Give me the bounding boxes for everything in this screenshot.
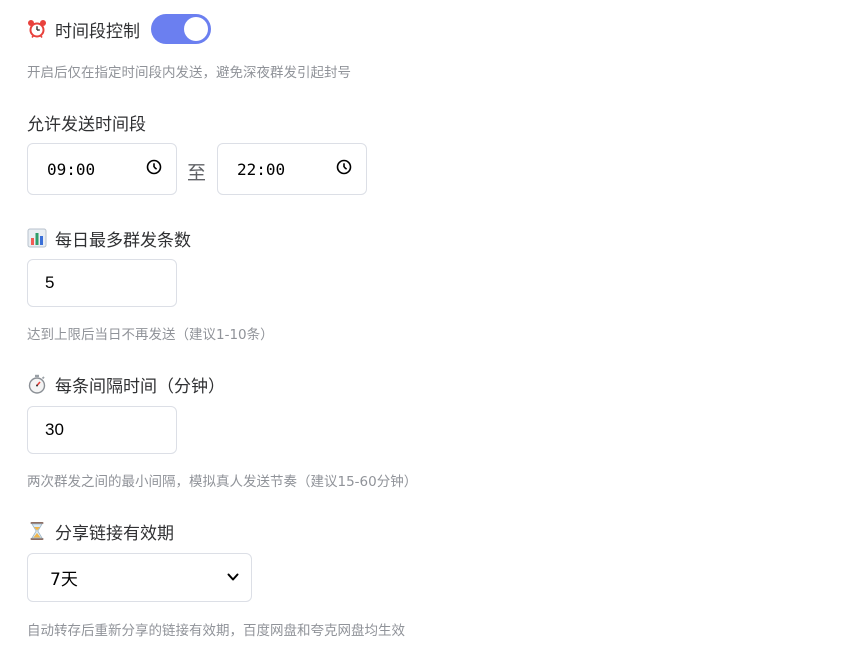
link-validity-label: 分享链接有效期 xyxy=(27,517,174,545)
daily-limit-title: 每日最多群发条数 xyxy=(55,230,191,251)
clock-icon[interactable] xyxy=(146,159,162,179)
send-window-title: 允许发送时间段 xyxy=(27,114,146,135)
clock-icon[interactable] xyxy=(336,159,352,179)
hourglass-icon xyxy=(27,521,47,541)
link-validity-title: 分享链接有效期 xyxy=(55,523,174,544)
link-validity-selected: 7天 xyxy=(50,570,78,590)
end-time-input[interactable]: 22:00 xyxy=(217,143,367,195)
end-time-value: 22:00 xyxy=(237,159,286,179)
start-time-value: 09:00 xyxy=(47,159,96,179)
interval-label: 每条间隔时间（分钟） xyxy=(27,370,225,398)
daily-limit-label: 每日最多群发条数 xyxy=(27,224,191,252)
time-control-section: 时间段控制 xyxy=(27,14,211,44)
chevron-down-icon[interactable] xyxy=(227,568,239,588)
stopwatch-icon xyxy=(27,374,47,394)
time-control-toggle[interactable] xyxy=(151,14,211,44)
link-validity-select[interactable]: 7天 xyxy=(27,553,252,602)
time-control-hint: 开启后仅在指定时间段内发送，避免深夜群发引起封号 xyxy=(27,65,351,81)
interval-hint: 两次群发之间的最小间隔，模拟真人发送节奏（建议15-60分钟） xyxy=(27,474,418,490)
daily-limit-hint: 达到上限后当日不再发送（建议1-10条） xyxy=(27,327,274,343)
bar-chart-icon xyxy=(27,228,47,248)
interval-input[interactable]: 30 xyxy=(27,406,177,454)
link-validity-hint: 自动转存后重新分享的链接有效期，百度网盘和夸克网盘均生效 xyxy=(27,623,405,639)
settings-form: 时间段控制 开启后仅在指定时间段内发送，避免深夜群发引起封号 允许发送时间段 0… xyxy=(0,0,867,668)
time-range-separator: 至 xyxy=(187,162,207,184)
toggle-knob xyxy=(184,17,208,41)
daily-limit-input[interactable]: 5 xyxy=(27,259,177,307)
time-control-title: 时间段控制 xyxy=(55,21,140,42)
start-time-input[interactable]: 09:00 xyxy=(27,143,177,195)
interval-title: 每条间隔时间（分钟） xyxy=(55,376,225,397)
alarm-clock-icon xyxy=(27,19,47,39)
